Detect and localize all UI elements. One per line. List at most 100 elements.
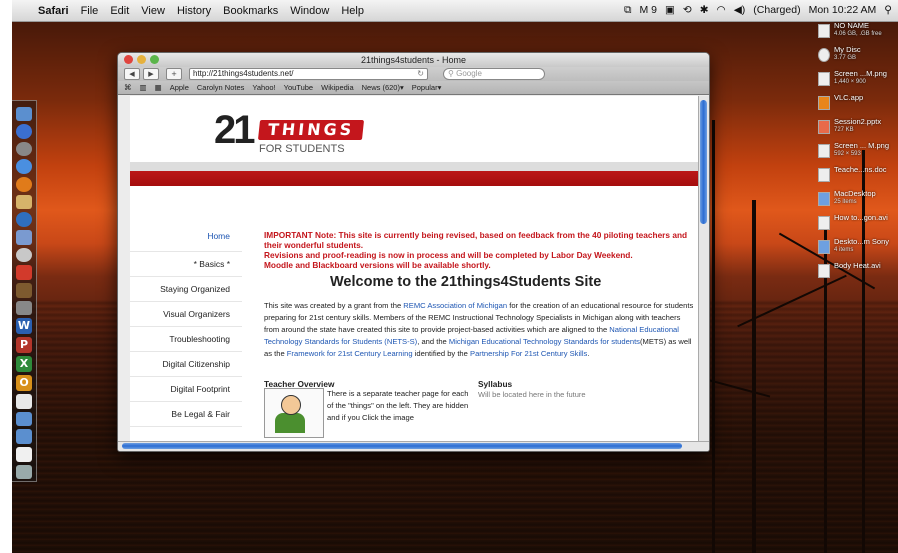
status-item[interactable]: M 9 [639,4,657,17]
word-icon[interactable]: W [16,318,32,335]
status-icons[interactable]: ⧉ [624,4,632,17]
finder-icon[interactable] [16,106,32,122]
outlook-icon[interactable]: O [16,375,32,392]
photo-booth-icon[interactable] [16,265,32,280]
desktop-icon-name: NO NAME [834,21,870,30]
dvd-icon[interactable] [16,247,32,263]
search-field[interactable]: ⚲ Google [443,68,545,80]
desktop-icon[interactable]: MacDesktop 25 items [818,190,894,212]
link-remc-association[interactable]: REMC Association of Michigan [403,301,507,310]
trash-icon[interactable] [16,464,32,480]
desktop-icon[interactable]: Deskto...m Sony 4 items [818,238,894,260]
bookmarks-book-icon[interactable]: ▥ [140,83,147,92]
desktop-icon-name: Screen ... M.png [834,141,890,150]
link-framework-21st[interactable]: Framework for 21st Century Learning [287,349,413,358]
window-titlebar[interactable]: 21things4students - Home [118,53,709,67]
back-button[interactable]: ◀ [124,68,140,80]
add-bookmark-button[interactable]: + [166,68,182,80]
desktop-icon-info: 4.06 GB, .GB free [834,31,882,37]
bluetooth-icon[interactable]: ✱ [700,4,709,17]
bookmark-news[interactable]: News (620)▾ [362,83,404,92]
zoom-button[interactable] [150,55,159,64]
itunes-icon[interactable] [16,159,32,175]
close-button[interactable] [124,55,133,64]
safari-icon[interactable] [16,124,32,139]
forward-button[interactable]: ▶ [143,68,159,80]
bookmark-youtube[interactable]: YouTube [284,83,313,92]
teacher-image[interactable] [264,388,324,438]
desktop-icon[interactable]: Session2.pptx 727 KB [818,118,894,140]
minimize-button[interactable] [137,55,146,64]
system-prefs-icon[interactable] [16,141,32,157]
nav-staying-organized[interactable]: Staying Organized [130,277,242,302]
time-machine-icon[interactable]: ⟲ [683,4,692,17]
desktop-icon[interactable]: My Disc 3.77 GB [818,46,894,68]
nav-basics[interactable]: * Basics * [130,252,242,277]
preview-icon[interactable] [16,229,32,245]
vertical-scrollbar[interactable] [698,96,709,442]
menu-history[interactable]: History [177,5,211,17]
desktop-icon[interactable]: NO NAME 4.06 GB, .GB free [818,22,894,44]
folder-icon[interactable] [16,411,32,427]
desktop-icon-name: My Disc [834,45,861,54]
display-icon[interactable]: ▣ [665,4,675,17]
desktop-icon[interactable]: Body Heat.avi [818,262,894,284]
wifi-icon[interactable]: ◠ [717,4,726,17]
bookmark-apple[interactable]: Apple [170,83,189,92]
nav-be-legal-fair[interactable]: Be Legal & Fair [130,402,242,427]
clock[interactable]: Mon 10:22 AM [809,4,877,17]
mail-icon[interactable] [16,394,32,409]
menu-edit[interactable]: Edit [110,5,129,17]
horizontal-scrollbar[interactable] [118,441,709,451]
spotlight-icon[interactable]: ⚲ [884,4,892,17]
nav-digital-citizenship[interactable]: Digital Citizenship [130,352,242,377]
battery-status[interactable]: (Charged) [753,4,800,17]
menu-app-safari[interactable]: Safari [38,5,69,17]
bookmark-popular[interactable]: Popular▾ [412,83,442,92]
important-note: IMPORTANT Note: This site is currently b… [264,230,688,270]
bookmark-yahoo[interactable]: Yahoo! [252,83,275,92]
nav-digital-footprint[interactable]: Digital Footprint [130,377,242,402]
desktop-icon[interactable]: Screen ... M.png 592 × 593 [818,142,894,164]
reload-icon[interactable]: ↻ [417,69,424,79]
address-book-icon[interactable] [16,194,32,210]
web-content: 21 THINGS FOR STUDENTS Home * Basics * S… [130,96,709,442]
menu-bookmarks[interactable]: Bookmarks [223,5,278,17]
horizontal-scroll-thumb[interactable] [122,443,682,449]
top-sites-icon[interactable]: ▦ [155,83,162,92]
excel-icon[interactable]: X [16,356,32,373]
menu-window[interactable]: Window [290,5,329,17]
address-bar[interactable]: http://21things4students.net/ ↻ [189,68,428,80]
menu-file[interactable]: File [81,5,99,17]
desktop-icon[interactable]: VLC.app [818,94,894,116]
powerpoint-icon[interactable]: P [16,337,32,354]
desktop-icon[interactable]: Teache...ns.doc [818,166,894,188]
menu-view[interactable]: View [141,5,165,17]
grab-icon[interactable] [16,300,32,316]
desktop-icon[interactable]: How to...gon.avi [818,214,894,236]
nav-troubleshooting[interactable]: Troubleshooting [130,327,242,352]
teacher-figure [275,413,305,433]
vertical-scroll-thumb[interactable] [700,100,707,224]
teacher-face [281,395,301,415]
window-title: 21things4students - Home [360,55,467,65]
bookmark-wikipedia[interactable]: Wikipedia [321,83,354,92]
garageband-icon[interactable] [16,282,32,298]
firefox-icon[interactable] [16,177,32,192]
bookmark-carolyn-notes[interactable]: Carolyn Notes [197,83,245,92]
desktop-icon[interactable]: Screen ...M.png 1,440 × 900 [818,70,894,92]
menu-help[interactable]: Help [341,5,364,17]
document-icon[interactable] [16,447,32,462]
desktop-icon-name: VLC.app [834,93,864,102]
link-partnership-21st[interactable]: Partnership For 21st Century Skills [470,349,587,358]
globe-icon[interactable] [16,212,32,227]
nav-visual-organizers[interactable]: Visual Organizers [130,302,242,327]
folder-icon[interactable] [16,429,32,445]
site-logo[interactable]: 21 THINGS FOR STUDENTS [214,110,365,162]
intro-text: identified by the [412,349,470,358]
nav-home[interactable]: Home [130,221,242,252]
volume-icon[interactable]: ◀) [734,4,746,17]
link-mets[interactable]: Michigan Educational Technology Standard… [449,337,640,346]
reading-list-icon[interactable]: ⌘ [124,83,132,92]
logo-subtitle: FOR STUDENTS [259,143,345,155]
